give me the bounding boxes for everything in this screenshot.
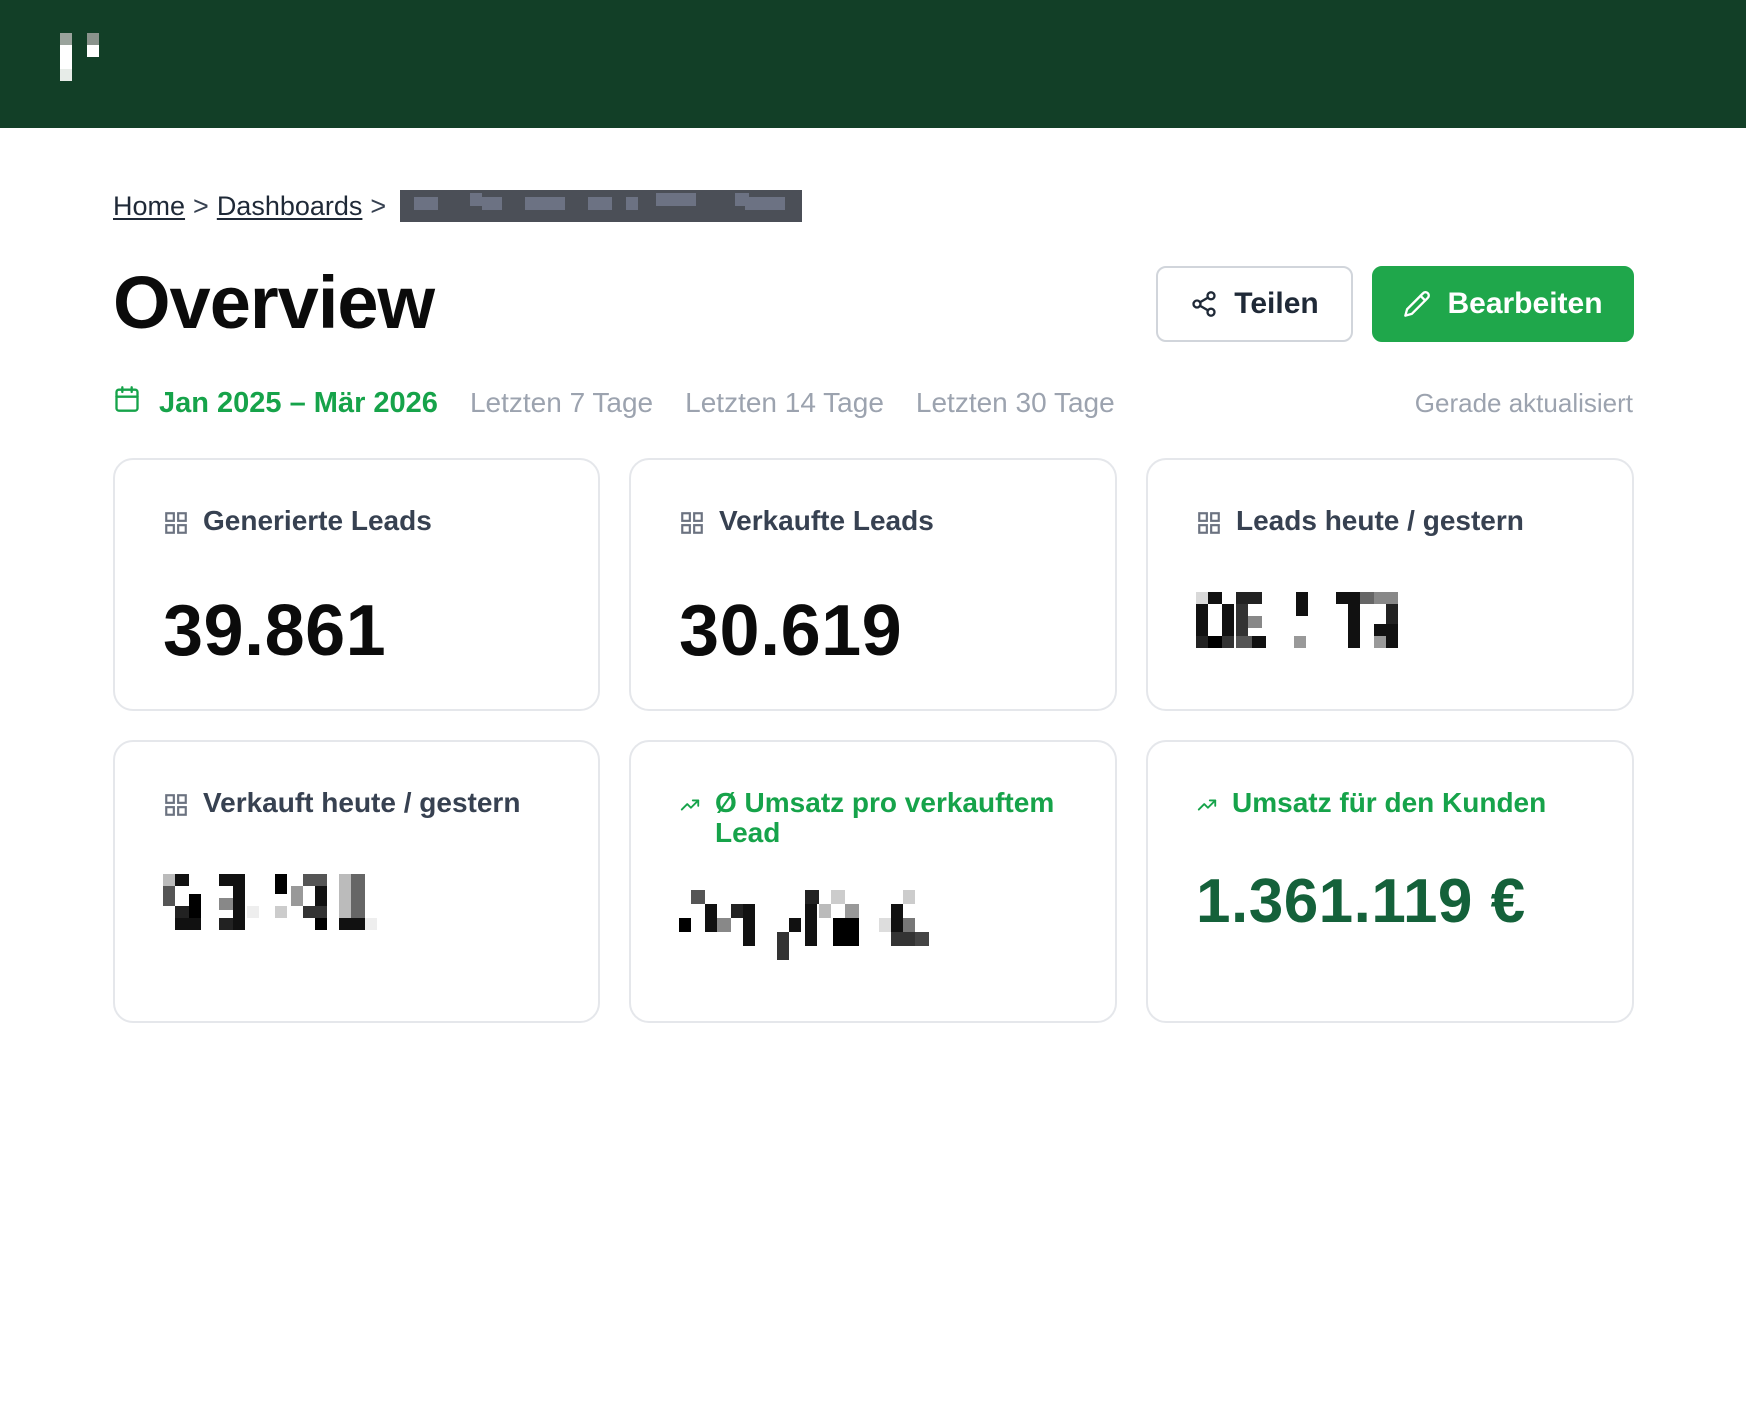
breadcrumb: Home > Dashboards > — [113, 186, 803, 226]
kpi-card-sold-today-yesterday[interactable]: Verkauft heute / gestern — [113, 740, 600, 1023]
logo-icon[interactable] — [60, 33, 110, 93]
quick-filter-30-days[interactable]: Letzten 30 Tage — [916, 387, 1115, 419]
top-bar — [0, 0, 1746, 128]
update-status: Gerade aktualisiert — [1414, 387, 1633, 418]
card-label: Verkauft heute / gestern — [203, 787, 521, 818]
kpi-card-customer-revenue[interactable]: Umsatz für den Kunden 1.361.119 € — [1146, 740, 1634, 1023]
card-value-redacted — [163, 874, 377, 930]
breadcrumb-current-redacted — [400, 190, 803, 222]
trend-icon — [679, 792, 701, 822]
card-value-redacted — [679, 890, 929, 960]
card-header: Verkauft heute / gestern — [163, 788, 550, 824]
kpi-card-sold-leads[interactable]: Verkaufte Leads 30.619 — [629, 458, 1117, 711]
card-value: 30.619 — [679, 591, 903, 671]
card-label: Verkaufte Leads — [719, 505, 934, 536]
grid-icon — [163, 510, 189, 542]
breadcrumb-separator: > — [370, 190, 387, 221]
breadcrumb-home-link[interactable]: Home — [113, 191, 185, 222]
date-range-label: Jan 2025 – Mär 2026 — [159, 386, 438, 419]
calendar-icon — [113, 384, 141, 422]
grid-icon — [163, 792, 189, 824]
breadcrumb-dashboards-link[interactable]: Dashboards — [217, 191, 363, 222]
share-button-label: Teilen — [1234, 287, 1319, 320]
kpi-card-leads-today-yesterday[interactable]: Leads heute / gestern — [1146, 458, 1634, 711]
kpi-card-generated-leads[interactable]: Generierte Leads 39.861 — [113, 458, 600, 711]
card-label: Generierte Leads — [203, 505, 432, 536]
filter-bar: Jan 2025 – Mär 2026 Letzten 7 Tage Letzt… — [113, 378, 1633, 428]
card-header: Leads heute / gestern — [1196, 506, 1584, 542]
card-value-redacted — [1196, 592, 1398, 648]
quick-filter-7-days[interactable]: Letzten 7 Tage — [470, 387, 653, 419]
kpi-card-avg-revenue-per-lead[interactable]: Ø Umsatz pro verkauftem Lead — [629, 740, 1117, 1023]
edit-button[interactable]: Bearbeiten — [1372, 266, 1634, 342]
edit-button-label: Bearbeiten — [1447, 287, 1603, 320]
pencil-icon — [1403, 290, 1431, 318]
card-value: 1.361.119 € — [1196, 867, 1526, 936]
card-value: 39.861 — [163, 591, 387, 671]
share-icon — [1190, 290, 1218, 318]
page-title: Overview — [113, 261, 435, 344]
card-header: Umsatz für den Kunden — [1196, 788, 1584, 822]
card-label: Leads heute / gestern — [1236, 505, 1524, 536]
grid-icon — [679, 510, 705, 542]
card-label: Umsatz für den Kunden — [1232, 787, 1547, 818]
quick-filter-14-days[interactable]: Letzten 14 Tage — [685, 387, 884, 419]
kpi-grid: Generierte Leads 39.861 Verkaufte Leads … — [113, 458, 1634, 1023]
share-button[interactable]: Teilen — [1156, 266, 1353, 342]
date-range-picker[interactable]: Jan 2025 – Mär 2026 — [113, 384, 438, 422]
breadcrumb-separator: > — [193, 190, 209, 221]
trend-icon — [1196, 792, 1218, 822]
card-header: Ø Umsatz pro verkauftem Lead — [679, 788, 1067, 848]
card-header: Verkaufte Leads — [679, 506, 1067, 542]
card-header: Generierte Leads — [163, 506, 550, 542]
grid-icon — [1196, 510, 1222, 542]
card-label: Ø Umsatz pro verkauftem Lead — [715, 787, 1055, 848]
